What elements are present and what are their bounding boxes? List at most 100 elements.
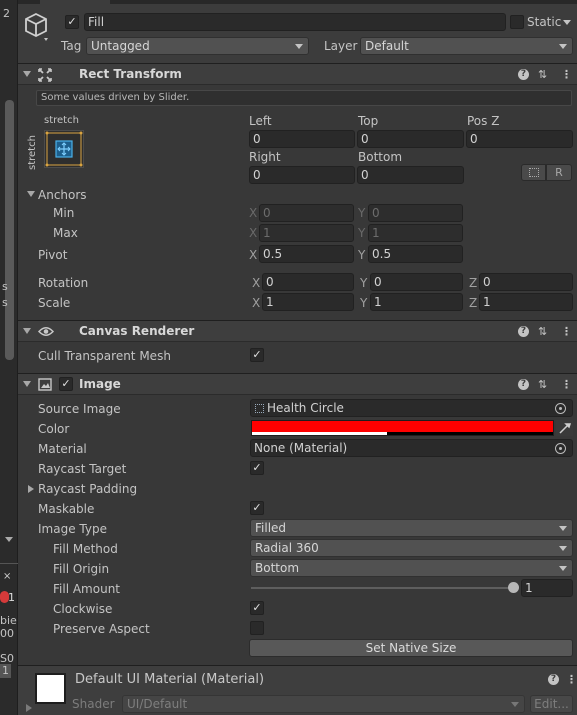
- rect-transform-icon: [38, 68, 52, 85]
- rotation-x-axis[interactable]: X: [252, 276, 260, 290]
- fill-origin-dropdown[interactable]: Bottom: [250, 559, 573, 577]
- scale-y-axis[interactable]: Y: [360, 296, 367, 310]
- context-menu-icon[interactable]: ⋮: [561, 325, 572, 338]
- anchor-preset-button[interactable]: [44, 130, 84, 168]
- object-picker-icon[interactable]: [555, 443, 566, 454]
- scale-z-field[interactable]: 1: [479, 293, 573, 311]
- layer-value: Default: [365, 39, 409, 53]
- rotation-z-axis[interactable]: Z: [469, 276, 477, 290]
- anchor-min-y-axis: Y: [358, 206, 366, 220]
- eyedropper-icon[interactable]: [556, 420, 573, 436]
- scale-x-field[interactable]: 1: [262, 293, 354, 311]
- image-title: Image: [79, 377, 121, 391]
- shader-edit-button[interactable]: Edit...: [530, 695, 573, 713]
- color-swatch[interactable]: [251, 420, 554, 436]
- fill-amount-slider-handle[interactable]: [508, 582, 519, 593]
- rotation-x-field[interactable]: 0: [262, 273, 354, 291]
- set-native-size-button[interactable]: Set Native Size: [249, 639, 573, 657]
- fill-amount-field[interactable]: 1: [521, 579, 573, 597]
- fill-amount-label: Fill Amount: [53, 582, 121, 596]
- clockwise-label: Clockwise: [53, 602, 113, 616]
- blueprint-mode-button[interactable]: [521, 164, 546, 181]
- gameobject-name-field[interactable]: Fill: [84, 13, 506, 31]
- object-picker-icon[interactable]: [555, 403, 566, 414]
- rect-transform-title: Rect Transform: [79, 67, 182, 81]
- layer-dropdown[interactable]: Default: [360, 37, 573, 55]
- pivot-y-axis[interactable]: Y: [358, 248, 365, 262]
- image-enabled-checkbox[interactable]: ✓: [59, 377, 73, 391]
- maskable-checkbox[interactable]: ✓: [250, 501, 264, 515]
- right-field[interactable]: 0: [249, 166, 355, 184]
- foldout-arrow-icon[interactable]: [23, 328, 31, 334]
- pivot-x-field[interactable]: 0.5: [259, 245, 354, 263]
- scale-y-field[interactable]: 1: [370, 293, 463, 311]
- anchors-label[interactable]: Anchors: [38, 188, 87, 202]
- context-menu-icon[interactable]: ⋮: [566, 673, 577, 686]
- gameobject-active-checkbox[interactable]: ✓: [65, 15, 79, 29]
- image-header[interactable]: ✓ Image ? ⇅ ⋮: [18, 373, 577, 395]
- scale-label: Scale: [38, 296, 71, 310]
- anchor-min-label: Min: [53, 206, 75, 220]
- fill-method-dropdown[interactable]: Radial 360: [250, 539, 573, 557]
- rect-transform-header[interactable]: Rect Transform ? ⇅ ⋮: [18, 63, 577, 85]
- left-field[interactable]: 0: [249, 130, 355, 148]
- fill-method-label: Fill Method: [53, 542, 118, 556]
- source-image-field[interactable]: Health Circle: [250, 399, 573, 417]
- color-label: Color: [38, 422, 70, 436]
- clockwise-checkbox[interactable]: ✓: [250, 601, 264, 615]
- canvas-renderer-title: Canvas Renderer: [79, 324, 195, 338]
- top-field[interactable]: 0: [357, 130, 464, 148]
- material-value: None (Material): [254, 441, 348, 455]
- pivot-y-field[interactable]: 0.5: [368, 245, 463, 263]
- fill-amount-slider-track[interactable]: [251, 587, 515, 589]
- material-foldout-arrow[interactable]: [26, 704, 32, 712]
- left-scrollbar[interactable]: [5, 100, 14, 360]
- rotation-z-field[interactable]: 0: [479, 273, 573, 291]
- preserve-aspect-checkbox[interactable]: [250, 621, 264, 635]
- top-label: Top: [358, 114, 379, 128]
- scale-z-axis[interactable]: Z: [469, 296, 477, 310]
- raycast-padding-label[interactable]: Raycast Padding: [38, 482, 137, 496]
- raycast-padding-foldout-arrow[interactable]: [28, 485, 34, 493]
- posz-field[interactable]: 0: [466, 130, 573, 148]
- material-label: Material: [38, 442, 87, 456]
- help-icon[interactable]: ?: [518, 326, 529, 337]
- presets-icon[interactable]: ⇅: [538, 68, 547, 81]
- context-menu-icon[interactable]: ⋮: [561, 68, 572, 81]
- material-preview-thumbnail: [35, 673, 66, 704]
- help-icon[interactable]: ?: [548, 674, 559, 685]
- image-type-dropdown[interactable]: Filled: [250, 519, 573, 537]
- cull-transparent-mesh-checkbox[interactable]: ✓: [250, 348, 264, 362]
- context-menu-icon[interactable]: ⋮: [561, 378, 572, 391]
- fill-origin-value: Bottom: [255, 561, 300, 575]
- anchor-preset-label: stretch: [44, 115, 79, 126]
- bottom-field[interactable]: 0: [357, 166, 464, 184]
- left-edge-text-2: s: [2, 296, 8, 309]
- raycast-target-checkbox[interactable]: ✓: [250, 461, 264, 475]
- raw-edit-button[interactable]: R: [546, 164, 572, 181]
- help-icon[interactable]: ?: [518, 69, 529, 80]
- material-field[interactable]: None (Material): [250, 439, 573, 457]
- scale-x-axis[interactable]: X: [252, 296, 260, 310]
- anchor-min-y-field: 0: [368, 204, 463, 222]
- help-icon[interactable]: ?: [518, 379, 529, 390]
- shader-dropdown[interactable]: UI/Default: [122, 695, 525, 713]
- presets-icon[interactable]: ⇅: [538, 378, 547, 391]
- static-checkbox[interactable]: [510, 15, 524, 29]
- presets-icon[interactable]: ⇅: [538, 325, 547, 338]
- foldout-arrow-icon[interactable]: [23, 71, 31, 77]
- gameobject-cube-icon[interactable]: [24, 12, 50, 45]
- anchors-foldout-arrow[interactable]: [27, 191, 35, 197]
- canvas-renderer-header[interactable]: Canvas Renderer ? ⇅ ⋮: [18, 320, 577, 342]
- foldout-arrow-icon[interactable]: [23, 381, 31, 387]
- pivot-x-axis[interactable]: X: [249, 248, 257, 262]
- left-edge-text-1: s: [2, 280, 8, 293]
- tag-dropdown[interactable]: Untagged: [86, 37, 309, 55]
- static-label[interactable]: Static: [527, 15, 561, 29]
- static-dropdown-arrow[interactable]: [563, 20, 571, 25]
- chevron-down-icon: [559, 526, 567, 531]
- left-edge-down-arrow[interactable]: [5, 537, 13, 542]
- rotation-y-field[interactable]: 0: [370, 273, 463, 291]
- rotation-y-axis[interactable]: Y: [360, 276, 367, 290]
- image-icon: [38, 378, 52, 394]
